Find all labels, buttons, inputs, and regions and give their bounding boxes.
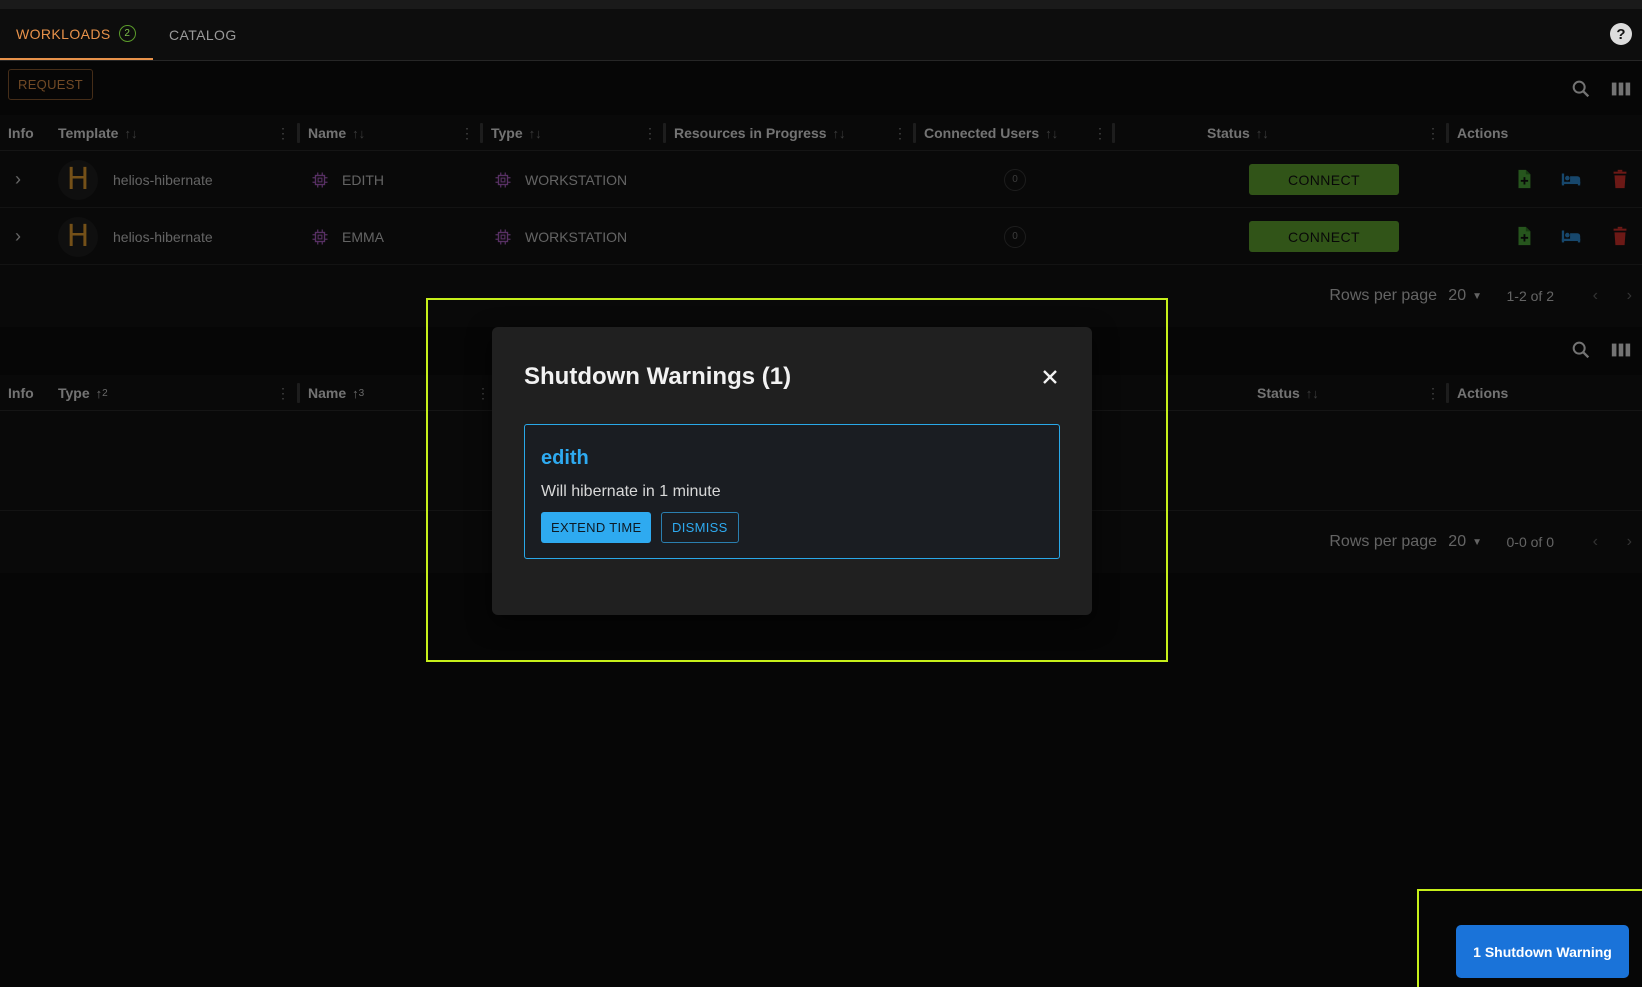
tab-workloads-label: WORKLOADS (16, 25, 111, 42)
warning-card: edith Will hibernate in 1 minute EXTEND … (524, 424, 1060, 559)
shutdown-warnings-dialog: Shutdown Warnings (1) edith Will hiberna… (492, 327, 1092, 615)
workloads-count-badge: 2 (118, 25, 136, 42)
tab-workloads[interactable]: WORKLOADS 2 (0, 9, 153, 60)
tab-bar: WORKLOADS 2 CATALOG ? (0, 9, 1642, 61)
close-icon[interactable] (1038, 365, 1062, 389)
help-icon[interactable]: ? (1610, 23, 1632, 45)
dismiss-button[interactable]: DISMISS (661, 512, 739, 543)
warning-workload-name: edith (541, 447, 589, 469)
shutdown-warning-toast-button[interactable]: 1 Shutdown Warning (1456, 925, 1629, 978)
tab-catalog-label: CATALOG (169, 26, 237, 43)
extend-time-button[interactable]: EXTEND TIME (541, 512, 652, 543)
top-strip (0, 0, 1642, 9)
dialog-title: Shutdown Warnings (1) (524, 363, 792, 390)
warning-message: Will hibernate in 1 minute (541, 483, 721, 500)
tab-catalog[interactable]: CATALOG (153, 9, 237, 60)
